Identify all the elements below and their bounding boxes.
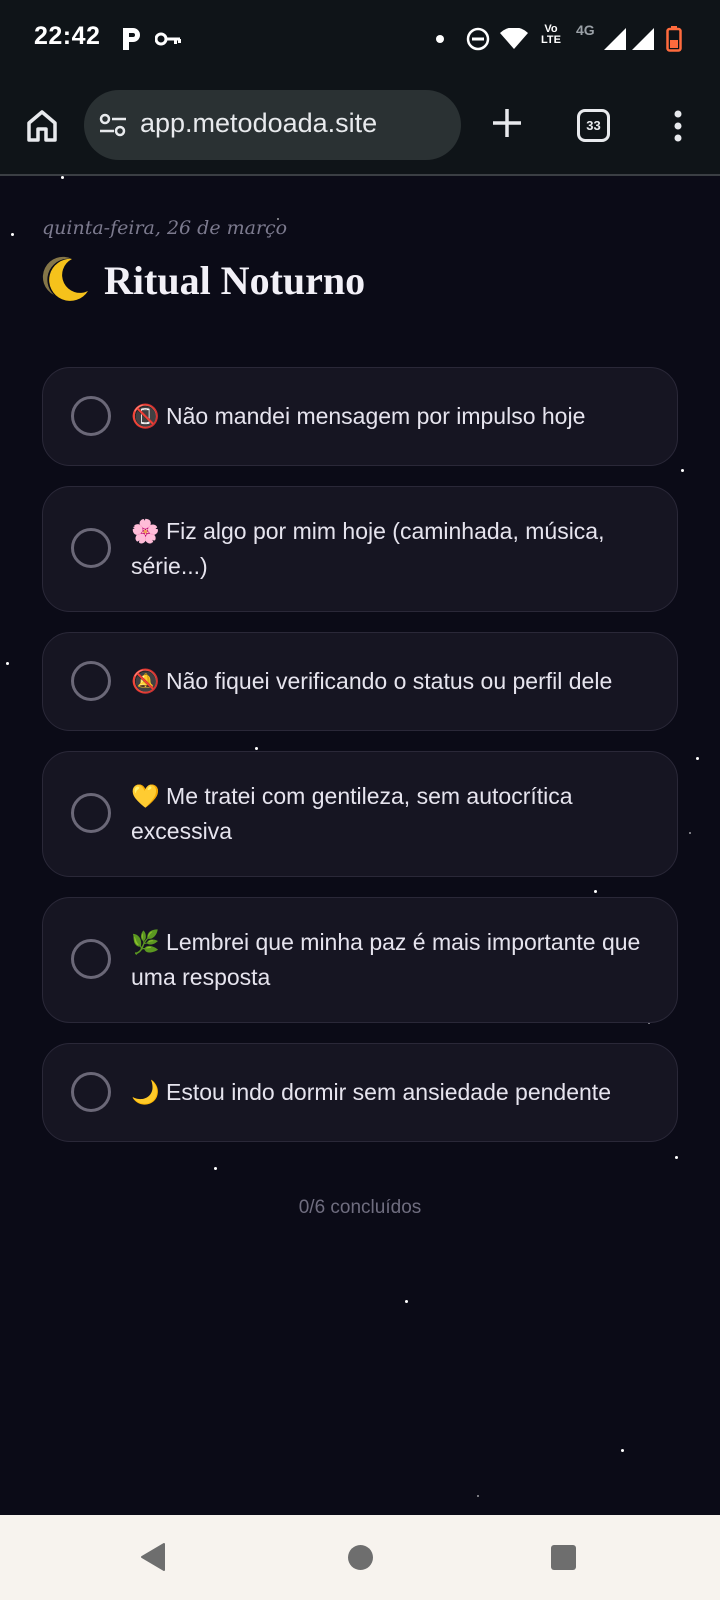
star-decoration xyxy=(405,1300,408,1303)
checklist-item[interactable]: 🌸 Fiz algo por mim hoje (caminhada, músi… xyxy=(42,486,678,612)
tabs-icon[interactable]: 33 xyxy=(577,109,610,142)
checkbox-circle[interactable] xyxy=(71,1072,111,1112)
star-decoration xyxy=(61,176,64,179)
wifi-icon xyxy=(500,24,528,54)
address-bar[interactable]: app.metodoada.site xyxy=(84,90,461,160)
page-header: Ritual Noturno xyxy=(42,255,365,305)
home-icon[interactable] xyxy=(22,106,62,146)
signal-icon xyxy=(604,24,626,54)
checkbox-circle[interactable] xyxy=(71,793,111,833)
checklist-item[interactable]: 📵 Não mandei mensagem por impulso hoje xyxy=(42,367,678,466)
dot-icon xyxy=(436,24,444,54)
star-decoration xyxy=(681,469,684,472)
star-decoration xyxy=(689,832,691,834)
item-emoji: 🌿 xyxy=(131,929,160,955)
back-icon[interactable] xyxy=(140,1542,166,1576)
network-type-label: 4G xyxy=(576,22,595,38)
lte-label: Vo LTE xyxy=(541,23,561,46)
signal-icon xyxy=(632,24,654,54)
checkbox-circle[interactable] xyxy=(71,396,111,436)
star-decoration xyxy=(6,662,9,665)
key-icon xyxy=(155,24,181,54)
star-decoration xyxy=(11,233,14,236)
checkbox-circle[interactable] xyxy=(71,939,111,979)
page-date: quinta-feira, 26 de março xyxy=(42,217,288,239)
checkbox-circle[interactable] xyxy=(71,528,111,568)
browser-toolbar: app.metodoada.site 33 xyxy=(0,78,720,176)
crescent-moon-icon xyxy=(42,255,92,305)
do-not-disturb-icon xyxy=(466,24,490,54)
item-label: Não fiquei verificando o status ou perfi… xyxy=(166,668,613,694)
item-emoji: 🌸 xyxy=(131,518,160,544)
item-label: Estou indo dormir sem ansiedade pendente xyxy=(166,1079,611,1105)
checklist-item[interactable]: 🔕 Não fiquei verificando o status ou per… xyxy=(42,632,678,731)
battery-low-icon xyxy=(666,24,682,54)
item-label: Me tratei com gentileza, sem autocrítica… xyxy=(131,783,573,844)
status-bar: 22:42 Vo LTE 4G xyxy=(0,0,720,78)
star-decoration xyxy=(594,890,597,893)
star-decoration xyxy=(255,747,258,750)
checkbox-circle[interactable] xyxy=(71,661,111,701)
item-label: Não mandei mensagem por impulso hoje xyxy=(166,403,586,429)
item-emoji: 🔕 xyxy=(131,668,160,694)
item-emoji: 📵 xyxy=(131,403,160,429)
item-emoji: 🌙 xyxy=(131,1079,160,1105)
checklist-item[interactable]: 🌙 Estou indo dormir sem ansiedade penden… xyxy=(42,1043,678,1142)
star-decoration xyxy=(214,1167,217,1170)
plus-icon[interactable] xyxy=(490,106,524,140)
checklist-item[interactable]: 🌿 Lembrei que minha paz é mais important… xyxy=(42,897,678,1023)
star-decoration xyxy=(675,1156,678,1159)
item-emoji: 💛 xyxy=(131,783,160,809)
more-vert-icon[interactable] xyxy=(668,106,688,146)
site-settings-icon[interactable] xyxy=(98,112,128,138)
item-label: Fiz algo por mim hoje (caminhada, música… xyxy=(131,518,605,579)
progress-text: 0/6 concluídos xyxy=(298,1197,422,1218)
page-content: quinta-feira, 26 de março Ritual Noturno… xyxy=(0,176,720,1515)
star-decoration xyxy=(621,1449,624,1452)
url-text: app.metodoada.site xyxy=(140,108,378,138)
item-label: Lembrei que minha paz é mais importante … xyxy=(131,929,641,990)
star-decoration xyxy=(696,757,699,760)
system-nav-bar xyxy=(0,1515,720,1600)
star-decoration xyxy=(477,1495,479,1497)
checklist-item[interactable]: 💛 Me tratei com gentileza, sem autocríti… xyxy=(42,751,678,877)
home-circle-icon[interactable] xyxy=(348,1545,373,1570)
status-time: 22:42 xyxy=(34,22,101,50)
recents-icon[interactable] xyxy=(551,1545,576,1570)
parking-app-icon xyxy=(120,24,142,54)
page-title: Ritual Noturno xyxy=(104,257,366,303)
